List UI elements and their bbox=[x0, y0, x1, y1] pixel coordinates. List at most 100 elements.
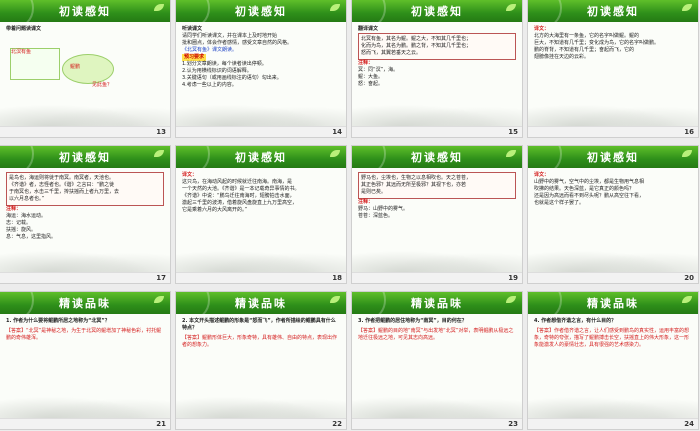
note-line: 息：气息，这里指风。 bbox=[6, 234, 57, 240]
slide-sorter-grid: 初读感知 带着问题读课文 北溟有鱼 鲲鹏 见此鱼？ 13 初读感知 听读课文 请… bbox=[0, 0, 700, 431]
slide-thumbnail[interactable]: 精读品味 1. 作者为什么要将鲲鹏所居之地称为“北冥”？ 【答案】“北冥”是神秘… bbox=[0, 292, 170, 429]
slide-heading: 译文： bbox=[534, 26, 550, 32]
note-line: 志：记载。 bbox=[6, 220, 32, 226]
slide-number: 22 bbox=[332, 420, 342, 428]
text-line: 北方的大海里有一条鱼，它的名字叫做鲲。鲲的 bbox=[534, 33, 640, 39]
text-line: 还是因为高远而看不到尽头呢？鹏从高空往下看， bbox=[534, 193, 645, 199]
text-line: 吹拂的结果。天色深蓝，是它真正的颜色吗？ bbox=[534, 186, 635, 192]
mountain-decoration bbox=[0, 101, 170, 127]
slide-thumbnail[interactable]: 精读品味 4. 作者想借齐谐之言，有什么目的？ 【答案】作者借齐谐之言，让人们感… bbox=[528, 292, 698, 429]
answer-text: 【答案】“北冥”是神秘之地，为生于北冥的鲲增加了神秘色彩，衬托鲲鹏的奇伟雄浑。 bbox=[6, 328, 162, 341]
slide-footer bbox=[176, 272, 346, 283]
mindmap-text: 见此鱼？ bbox=[92, 82, 113, 88]
slide-title: 初读感知 bbox=[59, 5, 111, 18]
audio-link[interactable]: 《北冥有鱼》课文朗读。 bbox=[182, 47, 340, 54]
text-line: 3.关键语句（或用画线标注的语句）勾出来。 bbox=[182, 75, 282, 81]
slide-title: 精读品味 bbox=[235, 297, 287, 310]
note-line: 鲲：大鱼。 bbox=[358, 74, 384, 80]
slide-thumbnail[interactable]: 初读感知 翻译课文 北冥有鱼，其名为鲲。鲲之大，不知其几千里也； 化而为鸟，其名… bbox=[352, 0, 522, 137]
text-box: 野马也，尘埃也，生物之以息相吹也。天之苍苍， 其正色邪？其远而无所至极邪？其视下… bbox=[358, 172, 516, 199]
text-line: 怒而飞，其翼若垂天之云。 bbox=[361, 50, 422, 56]
slide-footer bbox=[528, 126, 698, 137]
mountain-decoration bbox=[528, 247, 698, 273]
slide-number: 14 bbox=[332, 128, 342, 136]
note-line: 苍苍：深蓝色。 bbox=[358, 213, 394, 219]
text-box: 是鸟也，海运则将徙于南冥。南冥者，天池也。 《齐谐》者，志怪者也。《谐》之言曰：… bbox=[6, 172, 164, 206]
slide-footer bbox=[0, 418, 170, 429]
mountain-decoration bbox=[176, 247, 346, 273]
mountain-decoration bbox=[176, 393, 346, 419]
mountain-decoration bbox=[528, 101, 698, 127]
slide-header: 精读品味 bbox=[176, 292, 346, 322]
slide-footer bbox=[528, 418, 698, 429]
mountain-decoration bbox=[176, 101, 346, 127]
slide-header: 初读感知 bbox=[0, 0, 170, 30]
note-line: 野马：山野中的雾气。 bbox=[358, 206, 409, 212]
slide-footer bbox=[352, 418, 522, 429]
notes-label: 注释： bbox=[358, 60, 374, 66]
text-line: 鹏的脊背，不知道有几千里；奋起而飞，它的 bbox=[534, 47, 635, 53]
answer-text: 【答案】作者借齐谐之言，让人们感受到鹏鸟的真实性，运用丰富的想象，奇特的夸张，描… bbox=[534, 328, 690, 348]
answer-text: 【答案】鲲鹏的目的地“南冥”与出发地“北冥”对举，表明鲲鹏从极远之地迁往极远之地… bbox=[358, 328, 514, 341]
slide-number: 24 bbox=[684, 420, 694, 428]
text-line: 批和圈点，体会作者感情，感受文章自然的风格。 bbox=[182, 40, 293, 46]
text-line: 这只鸟，在海动风起的时候就迁往南海。南海，是 bbox=[182, 179, 293, 185]
slide-footer bbox=[352, 272, 522, 283]
text-line: 是则已矣。 bbox=[361, 189, 387, 195]
text-line: 也就是这个样子罢了。 bbox=[534, 200, 585, 206]
mountain-decoration bbox=[352, 101, 522, 127]
slide-number: 15 bbox=[508, 128, 518, 136]
question-text: 4. 作者想借齐谐之言，有什么目的？ bbox=[534, 318, 617, 324]
text-line: 以六月息者也。” bbox=[9, 196, 45, 202]
text-line: 1.划分文章朗读，每个读者读出停顿。 bbox=[182, 61, 267, 67]
mountain-decoration bbox=[0, 393, 170, 419]
text-line: 4.考虑一些以上的内容。 bbox=[182, 82, 237, 88]
slide-header: 初读感知 bbox=[176, 0, 346, 30]
slide-thumbnail[interactable]: 初读感知 听读课文 请同学们听读课文，并在课本上及时地开始 批和圈点，体会作者感… bbox=[176, 0, 346, 137]
mindmap-box-left: 北溟有鱼 bbox=[10, 48, 60, 80]
slide-thumbnail[interactable]: 初读感知 译文： 这只鸟，在海动风起的时候就迁往南海。南海，是 一个天然的大池。… bbox=[176, 146, 346, 283]
text-line: 野马也，尘埃也，生物之以息相吹也。天之苍苍， bbox=[361, 175, 472, 181]
slide-heading: 译文： bbox=[182, 172, 198, 178]
slide-number: 20 bbox=[684, 274, 694, 282]
slide-thumbnail[interactable]: 精读品味 3. 作者把鲲鹏的居住地称为“南冥”，目的何在？ 【答案】鲲鹏的目的地… bbox=[352, 292, 522, 429]
slide-title: 初读感知 bbox=[235, 151, 287, 164]
slide-heading: 翻译课文 bbox=[358, 26, 379, 32]
slide-header: 精读品味 bbox=[352, 292, 522, 322]
slide-header: 初读感知 bbox=[528, 0, 698, 30]
slide-footer bbox=[176, 126, 346, 137]
slide-thumbnail[interactable]: 初读感知 带着问题读课文 北溟有鱼 鲲鹏 见此鱼？ 13 bbox=[0, 0, 170, 137]
slide-thumbnail[interactable]: 初读感知 是鸟也，海运则将徙于南冥。南冥者，天池也。 《齐谐》者，志怪者也。《谐… bbox=[0, 146, 170, 283]
slide-header: 精读品味 bbox=[0, 292, 170, 322]
slide-heading: 译文： bbox=[534, 172, 550, 178]
slide-title: 初读感知 bbox=[235, 5, 287, 18]
text-line: 2.认为用横线标识的词语解释。 bbox=[182, 68, 252, 74]
note-line: 海运：海水运动。 bbox=[6, 213, 47, 219]
slide-thumbnail[interactable]: 初读感知 译文： 北方的大海里有一条鱼，它的名字叫做鲲。鲲的 巨大，不知道有几千… bbox=[528, 0, 698, 137]
slide-thumbnail[interactable]: 初读感知 译文： 山野中的雾气，空气中的尘埃，都是生物用气息相 吹拂的结果。天色… bbox=[528, 146, 698, 283]
slide-thumbnail[interactable]: 精读品味 2. 本文开头描述鲲鹏的形象是“怒而飞”，作者所描绘的鲲鹏具有什么特点… bbox=[176, 292, 346, 429]
slide-number: 17 bbox=[156, 274, 166, 282]
mindmap-text: 北溟有鱼 bbox=[11, 49, 32, 55]
requirement-tag: 预习要求 bbox=[182, 54, 207, 61]
text-line: 是鸟也，海运则将徙于南冥。南冥者，天池也。 bbox=[9, 175, 115, 181]
slide-thumbnail[interactable]: 初读感知 野马也，尘埃也，生物之以息相吹也。天之苍苍， 其正色邪？其远而无所至极… bbox=[352, 146, 522, 283]
slide-title: 精读品味 bbox=[411, 297, 463, 310]
slide-number: 19 bbox=[508, 274, 518, 282]
slide-title: 精读品味 bbox=[587, 297, 639, 310]
text-line: 山野中的雾气，空气中的尘埃，都是生物用气息相 bbox=[534, 179, 645, 185]
slide-heading: 听读课文 bbox=[182, 26, 203, 32]
note-line: 怒：奋起。 bbox=[358, 81, 384, 87]
slide-title: 初读感知 bbox=[411, 151, 463, 164]
note-line: 扶摇：旋风。 bbox=[6, 227, 37, 233]
slide-header: 初读感知 bbox=[352, 146, 522, 176]
note-line: 冥：同“溟”，海。 bbox=[358, 67, 399, 73]
text-line: 于南冥也，水击三千里，抟扶摇而上者九万里，去 bbox=[9, 189, 120, 195]
slide-header: 初读感知 bbox=[352, 0, 522, 30]
slide-number: 16 bbox=[684, 128, 694, 136]
text-line: 《齐谐》者，志怪者也。《谐》之言曰：“鹏之徙 bbox=[9, 182, 115, 188]
slide-title: 初读感知 bbox=[587, 5, 639, 18]
slide-header: 精读品味 bbox=[528, 292, 698, 322]
text-line: 请同学们听读课文，并在课本上及时地开始 bbox=[182, 33, 278, 39]
slide-header: 初读感知 bbox=[528, 146, 698, 176]
